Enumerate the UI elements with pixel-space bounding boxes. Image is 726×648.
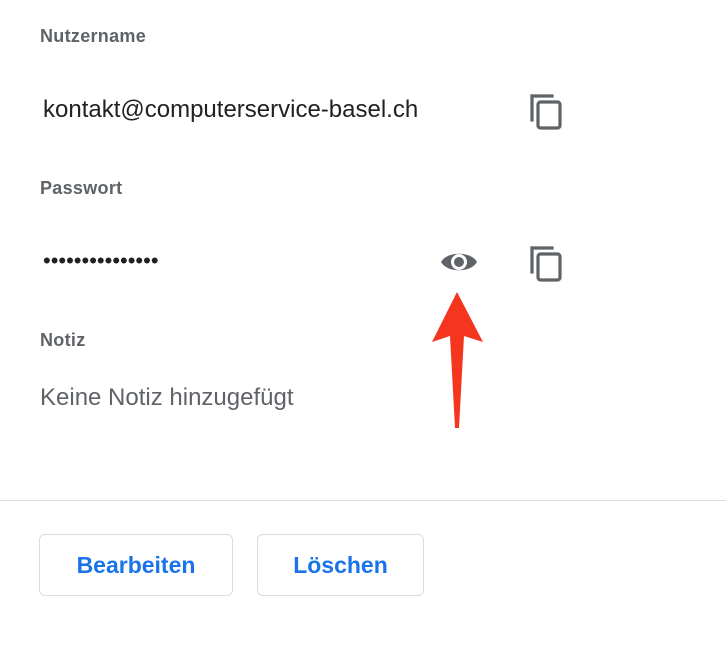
password-value: ••••••••••••••• [43,248,159,273]
copy-password-icon[interactable] [526,242,566,282]
edit-button[interactable]: Bearbeiten [39,534,233,596]
copy-icon [530,94,562,130]
password-label: Passwort [40,178,123,198]
username-label: Nutzername [40,26,147,46]
reveal-password-button[interactable] [438,244,480,280]
copy-icon [530,246,562,282]
note-value: Keine Notiz hinzugefügt [40,384,294,411]
eye-icon [441,253,477,271]
username-value: kontakt@computerservice-basel.ch [43,96,419,123]
annotation-arrow [432,292,483,428]
copy-username-icon[interactable] [526,90,566,130]
divider [0,500,726,501]
note-label: Notiz [40,330,86,350]
delete-button[interactable]: Löschen [257,534,424,596]
password-detail-panel: Nutzername kontakt@computerservice-basel… [0,0,726,648]
